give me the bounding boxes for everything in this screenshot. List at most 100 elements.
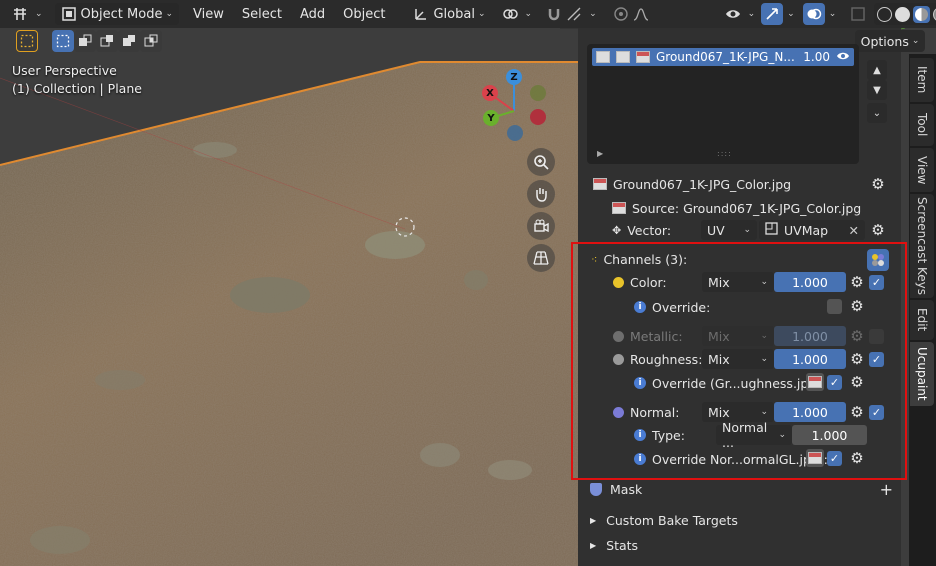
wireframe-shading-icon[interactable] <box>877 6 893 22</box>
tab-label: Item <box>915 66 929 94</box>
select-new-icon <box>56 34 70 48</box>
gear-icon[interactable]: ⚙ <box>870 222 886 238</box>
xray-icon <box>850 6 866 22</box>
snap-dropdown[interactable]: ⌄ <box>540 3 603 25</box>
select-subtract-mode[interactable] <box>96 30 118 52</box>
chevron-down-icon: ⌄ <box>747 9 756 19</box>
options-label: Options <box>860 33 909 49</box>
camera-icon[interactable] <box>527 212 555 240</box>
list-menu-button[interactable]: ⌄ <box>867 103 887 123</box>
chevron-down-icon: ⌄ <box>165 9 173 19</box>
gizmo-y-axis[interactable]: Y <box>483 110 499 126</box>
gizmo-x-axis[interactable]: X <box>482 85 498 101</box>
gizmo-z-axis[interactable]: Z <box>506 69 522 85</box>
image-icon <box>593 178 607 190</box>
grid-perspective-icon[interactable] <box>527 244 555 272</box>
gizmo-neg-z-axis[interactable] <box>507 125 523 141</box>
bake-targets-panel-header[interactable]: ▶ Custom Bake Targets <box>585 508 895 532</box>
link-icon <box>502 6 518 22</box>
tool-header <box>0 28 590 54</box>
source-row: Source: Ground067_1K-JPG_Color.jpg <box>612 199 861 217</box>
magnet-icon <box>546 6 562 22</box>
select-intersect-icon <box>144 34 158 47</box>
tab-tool[interactable]: Tool <box>910 104 934 146</box>
select-invert-icon <box>123 35 135 46</box>
collection-label: (1) Collection | Plane <box>12 81 142 96</box>
eye-icon[interactable] <box>836 50 850 65</box>
mode-dropdown[interactable]: Object Mode ⌄ <box>54 3 179 25</box>
chevron-down-icon: ⌄ <box>524 9 533 19</box>
tab-ucupaint[interactable]: Ucupaint <box>910 342 934 406</box>
orientation-label: Global <box>433 6 475 22</box>
snap-target-icon <box>566 6 582 22</box>
gizmo-icon <box>764 6 780 22</box>
options-dropdown[interactable]: Options ⌄ <box>855 30 925 52</box>
gear-icon[interactable]: ⚙ <box>870 176 886 192</box>
gizmo-neg-x-axis[interactable] <box>530 109 546 125</box>
hand-pan-icon[interactable] <box>527 180 555 208</box>
solid-shading-icon[interactable] <box>895 6 911 22</box>
navigation-gizmo[interactable]: Z X Y <box>474 66 554 146</box>
select-box-icon <box>20 34 34 48</box>
image-icon <box>636 51 650 63</box>
vector-icon: ✥ <box>612 223 622 237</box>
chevron-down-icon: ⌄ <box>35 9 43 19</box>
stats-panel-header[interactable]: ▶ Stats <box>585 533 895 557</box>
shading-mode-group <box>874 3 936 25</box>
list-item[interactable]: Ground067_1K-JPG_N... 1.00 <box>592 48 854 66</box>
menu-select[interactable]: Select <box>236 3 288 25</box>
menu-view[interactable]: View <box>187 3 230 25</box>
editor-type-button[interactable]: ⌄ <box>6 3 49 25</box>
uvmap-field[interactable]: UVMap ✕ <box>759 220 865 240</box>
menu-object[interactable]: Object <box>337 3 391 25</box>
tab-item[interactable]: Item <box>910 58 934 102</box>
gizmo-toggle[interactable] <box>761 3 784 25</box>
mask-panel-header[interactable]: Mask + <box>585 477 895 501</box>
expand-arrow-icon: ▶ <box>590 515 597 525</box>
tab-view[interactable]: View <box>910 148 934 192</box>
mask-icon <box>616 51 630 63</box>
select-new-mode[interactable] <box>52 30 74 52</box>
clear-icon[interactable]: ✕ <box>849 223 859 238</box>
falloff-curve-icon <box>633 6 649 22</box>
chevron-down-icon[interactable]: ⌄ <box>829 9 837 19</box>
zoom-icon[interactable] <box>527 148 555 176</box>
overlay-icon <box>806 6 822 22</box>
pivot-dropdown[interactable]: ⌄ <box>496 3 539 25</box>
chevron-down-icon[interactable]: ⌄ <box>787 9 795 19</box>
select-intersect-mode[interactable] <box>140 30 162 52</box>
menu-add[interactable]: Add <box>294 3 331 25</box>
move-down-button[interactable]: ▼ <box>867 80 887 100</box>
tab-label: Screencast Keys <box>915 197 929 295</box>
overlay-toggle[interactable] <box>802 3 825 25</box>
orientation-icon <box>413 6 429 22</box>
xray-toggle[interactable] <box>844 3 872 25</box>
vector-mode-dropdown[interactable]: UV ⌄ <box>701 220 757 240</box>
bake-targets-label: Custom Bake Targets <box>606 512 738 528</box>
vector-mode-value: UV <box>707 222 725 238</box>
visibility-dropdown[interactable]: ⌄ <box>719 3 762 25</box>
chevron-down-icon: ⌄ <box>911 36 920 46</box>
uvmap-value: UVMap <box>784 222 829 238</box>
tab-label: Tool <box>915 113 929 137</box>
list-item-name: Ground067_1K-JPG_N... <box>656 50 795 64</box>
material-shading-icon[interactable] <box>913 5 931 23</box>
resize-grip-icon[interactable]: :::: <box>717 149 732 158</box>
tab-screencast-keys[interactable]: Screencast Keys <box>910 194 934 298</box>
add-icon[interactable]: + <box>880 480 893 499</box>
tab-edit[interactable]: Edit <box>910 300 934 340</box>
select-box-tool[interactable] <box>16 30 38 52</box>
expand-arrow-icon[interactable]: ▶ <box>597 149 603 158</box>
mask-icon <box>590 482 602 496</box>
chevron-down-icon: ⌄ <box>743 225 751 235</box>
select-extend-mode[interactable] <box>74 30 96 52</box>
move-up-button[interactable]: ▲ <box>867 60 887 80</box>
object-mode-icon <box>61 6 77 22</box>
stats-label: Stats <box>606 537 639 553</box>
gizmo-neg-y-axis[interactable] <box>530 85 546 101</box>
proportional-edit-button[interactable] <box>607 3 659 25</box>
transform-orientation-dropdown[interactable]: Global ⌄ <box>407 3 491 25</box>
sidebar-tabs: Item Tool View Screencast Keys Edit Ucup… <box>909 54 936 566</box>
vector-label: Vector: <box>627 222 672 238</box>
select-invert-mode[interactable] <box>118 30 140 52</box>
